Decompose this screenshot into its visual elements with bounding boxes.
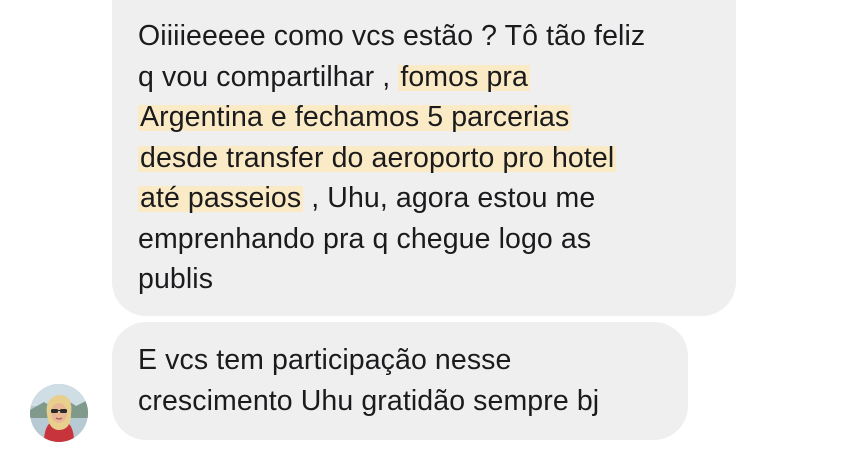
message-text: q vou compartilhar ,: [138, 60, 399, 93]
message-line: Oiiiieeeee como vcs estão ? Tô tão feliz: [138, 20, 646, 52]
message-line: q vou compartilhar , fomos pra: [138, 57, 716, 98]
message-line: emprenhando pra q chegue logo as: [138, 222, 592, 255]
avatar-photo-icon: [30, 384, 88, 442]
sender-avatar[interactable]: [30, 384, 88, 442]
message-bubble[interactable]: Oiiiieeeee como vcs estão ? Tô tão feliz…: [112, 0, 736, 316]
message-text: , Uhu, agora estou me: [303, 182, 596, 214]
message-line: publis: [138, 263, 214, 295]
chat-thread: Oiiiieeeee como vcs estão ? Tô tão feliz…: [0, 0, 860, 462]
highlighted-text: fomos pra: [398, 60, 530, 93]
message-line: desde transfer do aeroporto pro hotel: [138, 138, 716, 179]
message-line: crescimento Uhu gratidão sempre bj: [138, 384, 600, 417]
message-line: E vcs tem participação nesse: [138, 344, 512, 376]
highlighted-text: até passeios: [138, 182, 304, 214]
message-line: até passeios , Uhu, agora estou me: [138, 178, 716, 219]
highlighted-text: desde transfer do aeroporto pro hotel: [138, 141, 617, 174]
message-line: Argentina e fechamos 5 parcerias: [138, 97, 716, 138]
message-bubble[interactable]: E vcs tem participação nesse crescimento…: [112, 322, 688, 440]
highlighted-text: Argentina e fechamos 5 parcerias: [138, 101, 572, 133]
